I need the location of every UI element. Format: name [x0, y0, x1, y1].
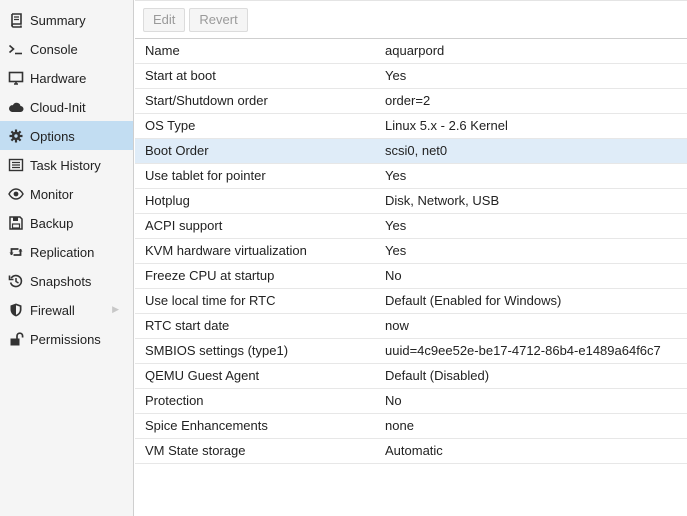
sidebar-item-firewall[interactable]: Firewall ▶ — [0, 295, 133, 324]
option-name: RTC start date — [145, 318, 230, 333]
vm-config-panel: Summary Console Hardware Cloud-Init Opti… — [0, 0, 687, 516]
option-value: Linux 5.x - 2.6 Kernel — [385, 118, 508, 133]
option-name: Use tablet for pointer — [145, 168, 266, 183]
sidebar-item-label: Backup — [30, 216, 74, 232]
options-row[interactable]: Use local time for RTC Default (Enabled f… — [135, 289, 687, 314]
sidebar-item-label: Replication — [30, 245, 95, 261]
options-row[interactable]: Use tablet for pointer Yes — [135, 164, 687, 189]
toolbar: Edit Revert — [135, 0, 687, 39]
sidebar-item-label: Firewall — [30, 303, 75, 319]
sidebar-item-backup[interactable]: Backup — [0, 208, 133, 237]
options-row-selected[interactable]: Boot Order scsi0, net0 — [135, 139, 687, 164]
sidebar-item-console[interactable]: Console — [0, 34, 133, 63]
option-name: ACPI support — [145, 218, 223, 233]
book-icon — [8, 12, 24, 28]
options-row[interactable]: QEMU Guest Agent Default (Disabled) — [135, 364, 687, 389]
cloud-icon — [8, 99, 24, 115]
option-name: Protection — [145, 393, 204, 408]
options-row[interactable]: RTC start date now — [135, 314, 687, 339]
sidebar-item-label: Snapshots — [30, 274, 92, 290]
option-name: SMBIOS settings (type1) — [145, 343, 289, 358]
options-row[interactable]: VM State storage Automatic — [135, 439, 687, 464]
option-name: Freeze CPU at startup — [145, 268, 275, 283]
options-row[interactable]: Hotplug Disk, Network, USB — [135, 189, 687, 214]
option-value: scsi0, net0 — [385, 143, 448, 158]
options-row[interactable]: KVM hardware virtualization Yes — [135, 239, 687, 264]
options-row[interactable]: Start at boot Yes — [135, 64, 687, 89]
option-value: No — [385, 393, 402, 408]
options-row[interactable]: OS Type Linux 5.x - 2.6 Kernel — [135, 114, 687, 139]
sidebar-item-snapshots[interactable]: Snapshots — [0, 266, 133, 295]
gear-icon — [8, 128, 24, 144]
option-value: Default (Enabled for Windows) — [385, 293, 562, 308]
sidebar-item-label: Summary — [30, 13, 86, 29]
option-name: Boot Order — [145, 143, 209, 158]
option-name: Name — [145, 43, 180, 58]
options-row[interactable]: Freeze CPU at startup No — [135, 264, 687, 289]
options-panel: Edit Revert Name aquarpord Start at boot Ye… — [135, 0, 687, 516]
option-value: Automatic — [385, 443, 443, 458]
option-value: Yes — [385, 218, 407, 233]
option-value: uuid=4c9ee52e-be17-4712-86b4-e1489a64f6c… — [385, 343, 661, 358]
option-value: No — [385, 268, 402, 283]
sidebar-item-cloud-init[interactable]: Cloud-Init — [0, 92, 133, 121]
option-name: Start/Shutdown order — [145, 93, 268, 108]
option-value: aquarpord — [385, 43, 445, 58]
list-icon — [8, 157, 24, 173]
unlock-icon — [8, 331, 24, 347]
sidebar-item-label: Cloud-Init — [30, 100, 86, 116]
sidebar-item-permissions[interactable]: Permissions — [0, 324, 133, 353]
history-icon — [8, 273, 24, 289]
sidebar-item-label: Options — [30, 129, 75, 145]
sidebar-item-label: Console — [30, 42, 78, 58]
revert-button[interactable]: Revert — [189, 8, 248, 32]
terminal-icon — [8, 41, 24, 57]
eye-icon — [8, 186, 24, 202]
sidebar-item-task-history[interactable]: Task History — [0, 150, 133, 179]
option-name: Use local time for RTC — [145, 293, 276, 308]
option-value: Yes — [385, 68, 407, 83]
sidebar-item-replication[interactable]: Replication — [0, 237, 133, 266]
sidebar-item-monitor[interactable]: Monitor — [0, 179, 133, 208]
options-row[interactable]: Protection No — [135, 389, 687, 414]
option-value: Yes — [385, 243, 407, 258]
options-row[interactable]: Name aquarpord — [135, 39, 687, 64]
option-value: Default (Disabled) — [385, 368, 490, 383]
option-value: now — [385, 318, 409, 333]
option-name: QEMU Guest Agent — [145, 368, 260, 383]
sidebar-item-label: Hardware — [30, 71, 87, 87]
sidebar-item-label: Permissions — [30, 332, 101, 348]
sidebar-item-hardware[interactable]: Hardware — [0, 63, 133, 92]
sidebar-item-options[interactable]: Options — [0, 121, 133, 150]
options-row[interactable]: Spice Enhancements none — [135, 414, 687, 439]
shield-icon — [8, 302, 24, 318]
retweet-icon — [8, 244, 24, 260]
desktop-icon — [8, 70, 24, 86]
option-name: KVM hardware virtualization — [145, 243, 307, 258]
sidebar-item-summary[interactable]: Summary — [0, 5, 133, 34]
sidebar-item-label: Monitor — [30, 187, 74, 203]
caret-right-icon[interactable]: ▶ — [112, 295, 119, 324]
options-grid: Name aquarpord Start at boot Yes Start/Shu… — [135, 39, 687, 464]
floppy-icon — [8, 215, 24, 231]
edit-button[interactable]: Edit — [143, 8, 186, 32]
option-name: Spice Enhancements — [145, 418, 268, 433]
option-value: order=2 — [385, 93, 431, 108]
option-name: OS Type — [145, 118, 196, 133]
option-value: Disk, Network, USB — [385, 193, 500, 208]
options-row[interactable]: SMBIOS settings (type1) uuid=4c9ee52e-be1… — [135, 339, 687, 364]
options-row[interactable]: Start/Shutdown order order=2 — [135, 89, 687, 114]
option-value: Yes — [385, 168, 407, 183]
option-value: none — [385, 418, 414, 433]
vm-sidebar: Summary Console Hardware Cloud-Init Opti… — [0, 0, 134, 516]
option-name: Hotplug — [145, 193, 190, 208]
option-name: Start at boot — [145, 68, 216, 83]
options-row[interactable]: ACPI support Yes — [135, 214, 687, 239]
option-name: VM State storage — [145, 443, 246, 458]
sidebar-item-label: Task History — [30, 158, 101, 174]
